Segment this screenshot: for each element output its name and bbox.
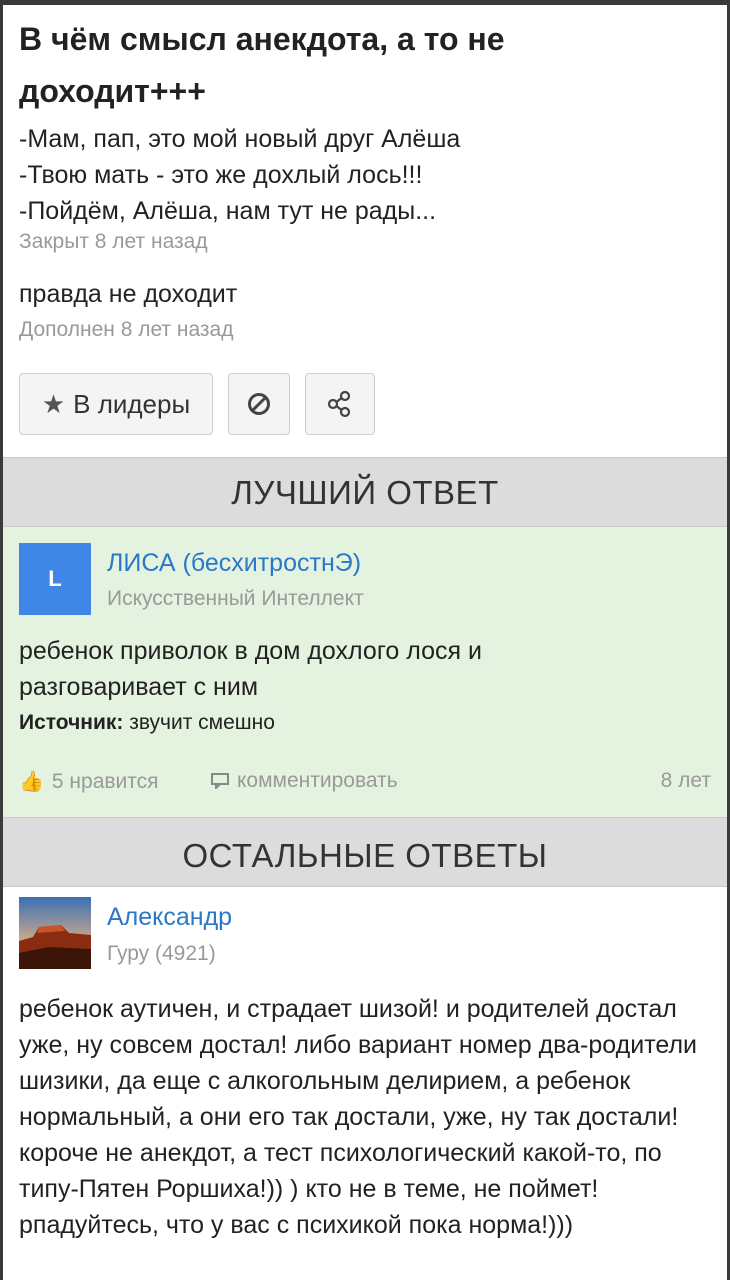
source-text: звучит смешно bbox=[129, 711, 275, 734]
leaders-button-label: В лидеры bbox=[73, 388, 191, 419]
question-line: -Мам, пап, это мой новый друг Алёша bbox=[19, 125, 461, 153]
comment-label: комментировать bbox=[237, 769, 398, 792]
question-line: -Пойдём, Алёша, нам тут не рады... bbox=[19, 197, 437, 225]
other-answers-header: ОСТАЛЬНЫЕ ОТВЕТЫ bbox=[3, 817, 727, 887]
answer-age: 8 лет bbox=[660, 769, 711, 792]
question-addendum: правда не доходит bbox=[19, 280, 238, 308]
author-rank: Искусственный Интеллект bbox=[107, 587, 364, 610]
closed-timestamp: Закрыт 8 лет назад bbox=[19, 230, 208, 253]
star-icon: ★ bbox=[41, 388, 66, 419]
block-icon bbox=[248, 393, 270, 415]
question-page: В чём смысл анекдота, а то не доходит+++… bbox=[0, 0, 730, 1280]
source-label: Источник: bbox=[19, 711, 124, 734]
author-name[interactable]: Александр bbox=[107, 903, 232, 932]
like-count: 5 нравится bbox=[51, 769, 159, 793]
thumbs-up-icon: 👍 bbox=[19, 771, 44, 793]
author-name[interactable]: ЛИСА (бесхитростнЭ) bbox=[107, 549, 361, 578]
added-timestamp: Дополнен 8 лет назад bbox=[19, 318, 234, 341]
best-answer-header: ЛУЧШИЙ ОТВЕТ bbox=[3, 457, 727, 527]
share-button[interactable] bbox=[305, 373, 375, 435]
question-title: В чём смысл анекдота, а то не доходит+++ bbox=[19, 21, 505, 109]
leaders-button[interactable]: ★ В лидеры bbox=[19, 373, 213, 435]
answer-source: Источник: звучит смешно bbox=[19, 711, 275, 735]
question-line: -Твою мать - это же дохлый лось!!! bbox=[19, 161, 423, 189]
author-rank: Гуру (4921) bbox=[107, 942, 216, 965]
like-button[interactable]: 👍 5 нравится bbox=[19, 769, 159, 794]
comment-icon bbox=[211, 773, 229, 789]
comment-button[interactable]: комментировать bbox=[211, 769, 398, 793]
report-button[interactable] bbox=[228, 373, 290, 435]
avatar[interactable]: L bbox=[19, 543, 91, 615]
answer-text: ребенок приволок в дом дохлого лося и ра… bbox=[19, 637, 482, 701]
avatar[interactable] bbox=[19, 897, 91, 969]
answer-text: ребенок аутичен, и страдает шизой! и род… bbox=[19, 995, 697, 1239]
question-body: -Мам, пап, это мой новый друг Алёша -Тво… bbox=[19, 121, 699, 229]
best-answer: L ЛИСА (бесхитростнЭ) Искусственный Инте… bbox=[3, 527, 727, 817]
share-icon bbox=[327, 390, 351, 418]
